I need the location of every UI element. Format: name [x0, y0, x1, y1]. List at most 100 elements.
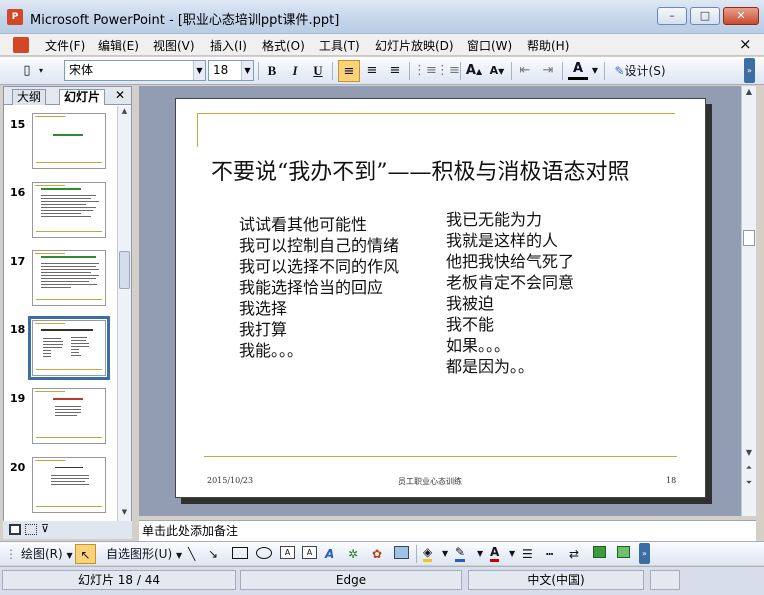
- design-button[interactable]: ✎设计(S): [610, 60, 670, 82]
- clipart-icon[interactable]: ✿: [372, 544, 382, 564]
- underline-button[interactable]: U: [308, 60, 328, 82]
- notes-pane[interactable]: 单击此处添加备注: [139, 520, 756, 541]
- menu-tools[interactable]: 工具(T): [319, 37, 360, 54]
- diagram-icon[interactable]: ✲: [348, 544, 358, 564]
- powerpoint-app-icon[interactable]: P: [7, 9, 23, 25]
- font-size-select[interactable]: 18 ▼: [208, 60, 254, 81]
- scroll-thumb[interactable]: [119, 251, 130, 289]
- vertical-textbox-icon[interactable]: A: [302, 546, 317, 559]
- menu-view[interactable]: 视图(V): [153, 37, 195, 54]
- slide-sorter-icon[interactable]: [25, 524, 37, 535]
- line-style-icon[interactable]: ☰: [522, 544, 533, 564]
- next-slide-icon[interactable]: ⏷: [743, 478, 755, 491]
- slide-title[interactable]: 不要说“我办不到”——积极与消极语态对照: [211, 154, 630, 186]
- bold-button[interactable]: B: [262, 60, 282, 82]
- align-center-icon[interactable]: ≡: [362, 60, 382, 82]
- oval-tool-icon[interactable]: [256, 547, 272, 559]
- numbered-list-icon[interactable]: ⋮≡: [413, 60, 437, 82]
- chevron-down-icon[interactable]: ▼: [241, 61, 253, 80]
- positive-phrases-textbox[interactable]: 试试看其他可能性 我可以控制自己的情绪 我可以选择不同的作风 我能选择恰当的回应…: [239, 214, 399, 361]
- menu-slideshow[interactable]: 幻灯片放映(D): [375, 37, 454, 54]
- list-item: 他把我快给气死了: [446, 252, 575, 271]
- align-left-icon[interactable]: ≡: [338, 60, 360, 82]
- slide-thumbnail-17[interactable]: [32, 250, 106, 306]
- menu-file[interactable]: 文件(F): [45, 37, 85, 54]
- fill-color-icon[interactable]: ◈: [423, 544, 433, 562]
- align-right-icon[interactable]: ≡: [385, 60, 405, 82]
- chevron-down-icon[interactable]: ▼: [477, 544, 483, 564]
- slide-thumbnail-20[interactable]: [32, 457, 106, 513]
- toolbar-overflow-icon[interactable]: »: [744, 58, 755, 83]
- view-buttons: ⊽: [3, 521, 132, 539]
- slide-thumbnail-15[interactable]: [32, 113, 106, 169]
- slide-thumbnail-list: 15 16 17 18 19 20: [4, 106, 117, 521]
- scroll-thumb[interactable]: [743, 230, 755, 246]
- negative-phrases-textbox[interactable]: 我已无能为力 我就是这样的人 他把我快给气死了 老板肯定不会同意 我被迫 我不能…: [446, 209, 574, 377]
- scroll-up-icon[interactable]: ▲: [743, 87, 755, 100]
- design-template-name[interactable]: Edge: [240, 570, 462, 590]
- scroll-down-icon[interactable]: ▼: [743, 448, 755, 461]
- textbox-tool-icon[interactable]: A: [280, 546, 295, 559]
- bullet-list-icon[interactable]: ⋮≡: [436, 60, 460, 82]
- font-name-select[interactable]: 宋体 ▼: [64, 60, 206, 81]
- close-pane-button[interactable]: ✕: [115, 88, 125, 102]
- scroll-down-icon[interactable]: ▼: [119, 508, 130, 520]
- increase-font-icon[interactable]: A▲: [464, 60, 484, 82]
- font-color-button[interactable]: A: [568, 60, 588, 80]
- chevron-down-icon[interactable]: ▼: [442, 544, 448, 564]
- decrease-indent-icon[interactable]: ⇤: [515, 60, 535, 82]
- slide-thumbnail-19[interactable]: [32, 388, 106, 444]
- slide-canvas[interactable]: 不要说“我办不到”——积极与消极语态对照 试试看其他可能性 我可以控制自己的情绪…: [175, 98, 706, 498]
- shadow-style-icon[interactable]: [593, 546, 606, 558]
- decrease-font-icon[interactable]: A▼: [487, 60, 507, 82]
- chevron-down-icon[interactable]: ▼: [193, 61, 205, 80]
- slide-number: 16: [10, 186, 26, 199]
- tab-outline[interactable]: 大纲: [12, 89, 47, 105]
- toolbar-divider: [332, 62, 333, 80]
- tab-slides[interactable]: 幻灯片: [59, 89, 106, 105]
- menu-insert[interactable]: 插入(I): [210, 37, 247, 54]
- chevron-down-icon[interactable]: ▼: [509, 544, 515, 564]
- menu-window[interactable]: 窗口(W): [467, 37, 512, 54]
- slide-thumbnail-18[interactable]: [28, 316, 110, 380]
- scroll-up-icon[interactable]: ▲: [119, 107, 130, 119]
- close-window-button[interactable]: ✕: [723, 7, 759, 25]
- increase-indent-icon[interactable]: ⇥: [538, 60, 558, 82]
- arrow-tool-icon[interactable]: ↘: [208, 544, 218, 564]
- list-item: 我选择: [239, 299, 288, 318]
- title-bar: P Microsoft PowerPoint - [职业心态培训ppt课件.pp…: [0, 0, 764, 34]
- toolbar-options-icon[interactable]: ▾: [36, 60, 46, 82]
- line-color-icon[interactable]: ✎: [455, 544, 466, 562]
- wordart-icon[interactable]: A: [325, 544, 334, 564]
- slide-number: 18: [10, 323, 26, 336]
- toolbar-divider: [258, 62, 259, 80]
- autoshapes-menu-button[interactable]: 自选图形(U) ▼: [106, 544, 182, 564]
- rectangle-tool-icon[interactable]: [232, 547, 248, 559]
- slide-thumbnail-16[interactable]: [32, 182, 106, 238]
- menu-edit[interactable]: 编辑(E): [98, 37, 139, 54]
- draw-menu-button[interactable]: 绘图(R) ▼: [21, 544, 73, 564]
- picture-icon[interactable]: [394, 546, 409, 559]
- font-color-icon[interactable]: A: [490, 544, 500, 562]
- slide-scrollbar[interactable]: ▲ ▼ ⏶ ⏷: [741, 86, 756, 516]
- maximize-button[interactable]: □: [690, 7, 720, 25]
- arrow-style-icon[interactable]: ⇄: [569, 544, 579, 564]
- 3d-style-icon[interactable]: [617, 546, 630, 558]
- chevron-down-icon[interactable]: ▼: [590, 60, 600, 82]
- menu-help[interactable]: 帮助(H): [527, 37, 569, 54]
- thumbnail-scrollbar[interactable]: ▲ ▼: [117, 106, 131, 521]
- minimize-button[interactable]: –: [657, 7, 687, 25]
- italic-button[interactable]: I: [285, 60, 305, 82]
- select-pointer-icon[interactable]: ↖: [75, 544, 96, 564]
- toolbar-overflow-icon[interactable]: »: [639, 543, 650, 564]
- line-tool-icon[interactable]: ╲: [188, 544, 195, 564]
- close-document-button[interactable]: ×: [739, 35, 752, 53]
- dash-style-icon[interactable]: ┅: [546, 544, 553, 564]
- slideshow-icon[interactable]: ⊽: [41, 522, 49, 535]
- previous-slide-icon[interactable]: ⏶: [743, 463, 755, 476]
- menu-format[interactable]: 格式(O): [262, 37, 305, 54]
- new-document-icon[interactable]: ▯: [18, 60, 36, 82]
- normal-view-icon[interactable]: [9, 524, 21, 535]
- language-indicator[interactable]: 中文(中国): [468, 570, 644, 590]
- document-icon[interactable]: [13, 37, 29, 53]
